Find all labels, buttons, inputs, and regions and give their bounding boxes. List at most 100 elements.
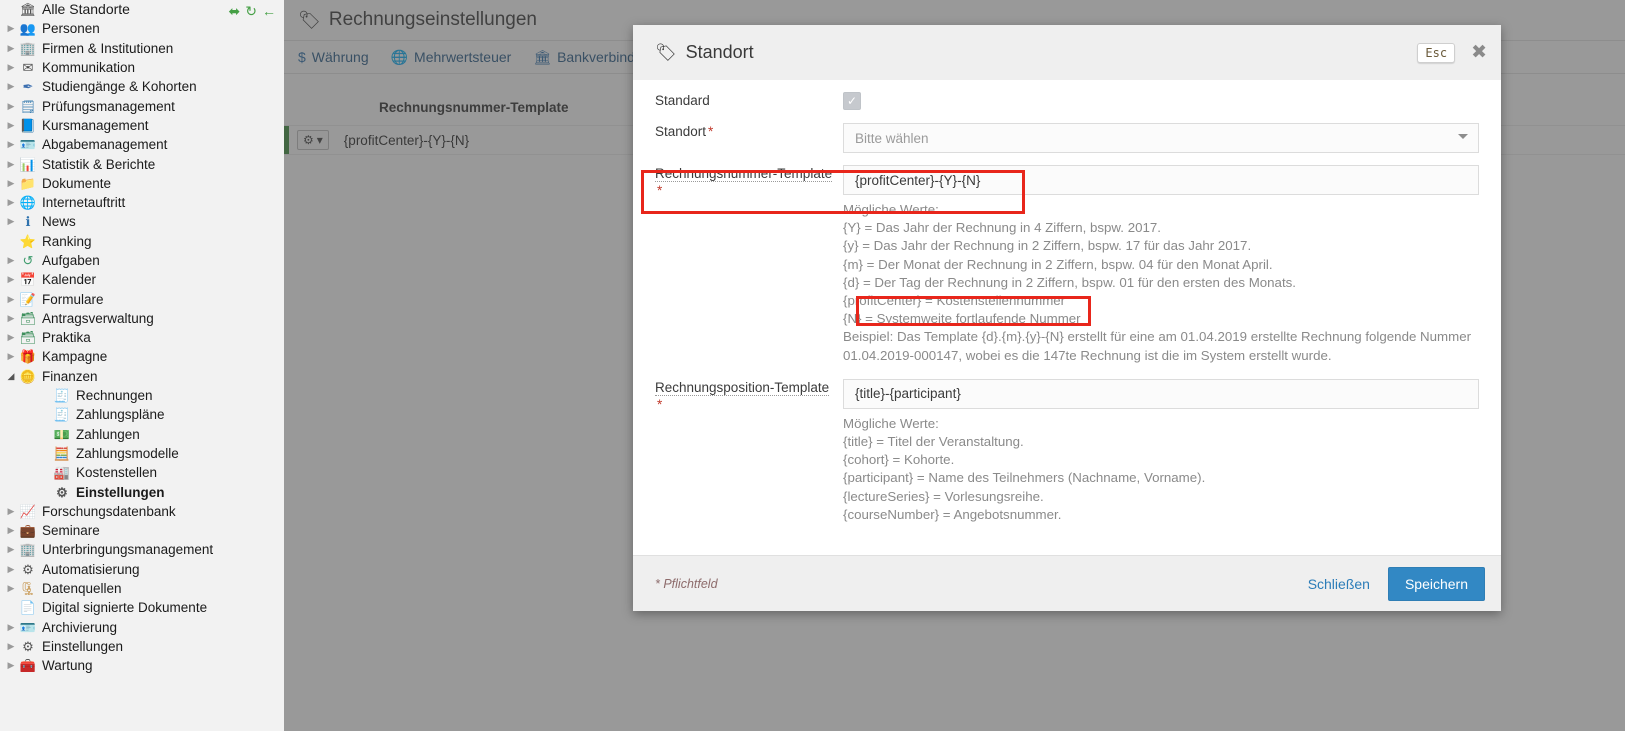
tree-collapsed-arrow-icon[interactable]: ▶ xyxy=(4,217,18,226)
tree-collapsed-arrow-icon[interactable]: ▶ xyxy=(4,63,18,72)
sidebar-item-abgabemanagement[interactable]: ▶ 🪪 Abgabemanagement xyxy=(0,135,284,154)
tree-collapsed-arrow-icon[interactable]: ▶ xyxy=(4,584,18,593)
sidebar-item-seminare[interactable]: ▶ 💼 Seminare xyxy=(0,521,284,540)
collapse-all-icon[interactable]: ⬌ xyxy=(229,4,241,18)
tree-collapsed-arrow-icon[interactable]: ▶ xyxy=(4,82,18,91)
close-button[interactable]: Schließen xyxy=(1304,570,1374,598)
tree-collapsed-arrow-icon[interactable]: ▶ xyxy=(4,140,18,149)
tree-collapsed-arrow-icon[interactable]: ▶ xyxy=(4,159,18,169)
sidebar-item-icon: 📘 xyxy=(19,117,37,133)
tree-collapsed-arrow-icon[interactable]: ▶ xyxy=(4,506,18,516)
tree-collapsed-arrow-icon[interactable]: ▶ xyxy=(4,564,18,574)
tree-expanded-arrow-icon[interactable]: ◢ xyxy=(4,371,18,381)
tree-collapsed-arrow-icon[interactable]: ▶ xyxy=(4,333,18,342)
sidebar-item-statistik-&-berichte[interactable]: ▶ 📊 Statistik & Berichte xyxy=(0,154,284,173)
sidebar-navigation-tree[interactable]: ⬌ ↻ ← 🏛 Alle Standorte ▶ 👥 Personen ▶ 🏢 Firmen … xyxy=(0,0,285,731)
sidebar-item-zahlungspläne[interactable]: 🧾 Zahlungspläne xyxy=(0,405,284,424)
rechnungsposition-template-input[interactable] xyxy=(843,378,1479,409)
sidebar-item-icon: 📅 xyxy=(19,272,37,288)
tree-collapsed-arrow-icon[interactable]: ▶ xyxy=(4,198,18,207)
sidebar-item-dokumente[interactable]: ▶ 📁 Dokumente xyxy=(0,174,284,193)
tree-collapsed-arrow-icon[interactable]: ▶ xyxy=(4,661,18,670)
sidebar-item-label: Firmen & Institutionen xyxy=(42,40,174,56)
sidebar-item-studiengänge-&-kohorten[interactable]: ▶ ✒ Studiengänge & Kohorten xyxy=(0,77,284,96)
sidebar-item-formulare[interactable]: ▶ 📝 Formulare xyxy=(0,289,284,308)
sidebar-item-finanzen[interactable]: ◢ 🪙 Finanzen xyxy=(0,367,284,386)
field-row-rechnungsposition-template: Rechnungsposition-Template * Mögliche We… xyxy=(633,378,1501,524)
tree-collapsed-arrow-icon[interactable]: ▶ xyxy=(4,43,18,53)
sidebar-item-aufgaben[interactable]: ▶ ↺ Aufgaben xyxy=(0,251,284,270)
sidebar-item-zahlungen[interactable]: 💵 Zahlungen xyxy=(0,425,284,444)
sidebar-item-automatisierung[interactable]: ▶ ⚙ Automatisierung xyxy=(0,560,284,579)
refresh-icon[interactable]: ↻ xyxy=(245,4,257,18)
sidebar-item-kalender[interactable]: ▶ 📅 Kalender xyxy=(0,270,284,289)
sidebar-item-zahlungsmodelle[interactable]: 🧮 Zahlungsmodelle xyxy=(0,444,284,463)
sidebar-item-label: Dokumente xyxy=(42,175,112,191)
control-rechnungsnummer-template: Mögliche Werte: {Y} = Das Jahr der Rechn… xyxy=(843,165,1501,365)
tree-collapsed-arrow-icon[interactable]: ▶ xyxy=(4,275,18,284)
sidebar-item-icon: ✒ xyxy=(22,79,34,95)
sidebar-item-label: Digital signierte Dokumente xyxy=(42,600,208,616)
sidebar-item-label: Forschungsdatenbank xyxy=(42,503,176,519)
tree-collapsed-arrow-icon[interactable]: ▶ xyxy=(4,178,18,188)
sidebar-item-unterbringungsmanagement[interactable]: ▶ 🏢 Unterbringungsmanagement xyxy=(0,540,284,559)
sidebar-item-icon: ℹ xyxy=(25,214,31,230)
sidebar-item-kostenstellen[interactable]: 🏭 Kostenstellen xyxy=(0,463,284,482)
sidebar-item-icon: 🎁 xyxy=(19,349,37,365)
tree-collapsed-arrow-icon[interactable]: ▶ xyxy=(4,545,18,554)
sidebar-item-label: Automatisierung xyxy=(42,561,140,577)
sidebar-item-praktika[interactable]: ▶ 🗃 Praktika xyxy=(0,328,284,347)
sidebar-item-label: Internetauftritt xyxy=(42,195,126,211)
sidebar-item-antragsverwaltung[interactable]: ▶ 🗃 Antragsverwaltung xyxy=(0,309,284,328)
tree-collapsed-arrow-icon[interactable]: ▶ xyxy=(4,313,18,323)
sidebar-item-icon: 🗒 xyxy=(19,98,37,114)
sidebar-item-ranking[interactable]: ⭐ Ranking xyxy=(0,232,284,251)
field-row-rechnungsnummer-template: Rechnungsnummer-Template * Mögliche Wert… xyxy=(633,165,1501,365)
sidebar-item-kommunikation[interactable]: ▶ ✉ Kommunikation xyxy=(0,58,284,77)
label-rechnungsnummer-template-text: Rechnungsnummer-Template xyxy=(655,166,833,182)
save-button[interactable]: Speichern xyxy=(1387,566,1485,601)
sidebar-item-einstellungen[interactable]: ▶ ⚙ Einstellungen xyxy=(0,637,284,656)
sidebar-item-label: Kampagne xyxy=(42,349,108,365)
sidebar-item-label: Datenquellen xyxy=(42,581,122,597)
sidebar-item-icon: 💵 xyxy=(53,426,71,442)
sidebar-item-forschungsdatenbank[interactable]: ▶ 📈 Forschungsdatenbank xyxy=(0,502,284,521)
sidebar-item-firmen-&-institutionen[interactable]: ▶ 🏢 Firmen & Institutionen xyxy=(0,39,284,58)
dialog-footer-actions: Schließen Speichern xyxy=(1304,566,1485,601)
tree-collapsed-arrow-icon[interactable]: ▶ xyxy=(4,24,18,33)
standort-modal-dialog: 🏷 Standort Esc ✖ Standard ✓ Standort * B… xyxy=(633,25,1501,611)
sidebar-item-rechnungen[interactable]: 🧾 Rechnungen xyxy=(0,386,284,405)
tree-collapsed-arrow-icon[interactable]: ▶ xyxy=(4,622,18,632)
sidebar-item-digital-signierte-dokumente[interactable]: 📄 Digital signierte Dokumente xyxy=(0,598,284,617)
esc-key-hint-button[interactable]: Esc xyxy=(1417,42,1456,63)
standort-select-input[interactable] xyxy=(843,123,1479,153)
label-standort-text: Standort xyxy=(655,124,707,139)
tree-collapsed-arrow-icon[interactable]: ▶ xyxy=(4,294,18,304)
sidebar-item-wartung[interactable]: ▶ 🧰 Wartung xyxy=(0,656,284,675)
label-standort: Standort * xyxy=(633,123,843,140)
sidebar-item-personen[interactable]: ▶ 👥 Personen xyxy=(0,19,284,38)
help-line: {title} = Titel der Veranstaltung. xyxy=(843,434,1024,450)
sidebar-item-news[interactable]: ▶ ℹ News xyxy=(0,212,284,231)
sidebar-item-kampagne[interactable]: ▶ 🎁 Kampagne xyxy=(0,347,284,366)
tree-collapsed-arrow-icon[interactable]: ▶ xyxy=(4,526,18,535)
sidebar-item-einstellungen[interactable]: ⚙ Einstellungen xyxy=(0,482,284,501)
help-line: {m} = Der Monat der Rechnung in 2 Ziffer… xyxy=(843,256,1273,272)
sidebar-toolbar[interactable]: ⬌ ↻ ← xyxy=(229,4,276,18)
sidebar-item-prüfungsmanagement[interactable]: ▶ 🗒 Prüfungsmanagement xyxy=(0,96,284,115)
back-arrow-icon[interactable]: ← xyxy=(262,4,276,18)
standard-checkbox[interactable]: ✓ xyxy=(843,92,861,110)
sidebar-item-kursmanagement[interactable]: ▶ 📘 Kursmanagement xyxy=(0,116,284,135)
tree-collapsed-arrow-icon[interactable]: ▶ xyxy=(4,101,18,111)
sidebar-item-archivierung[interactable]: ▶ 🪪 Archivierung xyxy=(0,618,284,637)
dialog-header-actions[interactable]: Esc ✖ xyxy=(1417,42,1487,63)
tree-collapsed-arrow-icon[interactable]: ▶ xyxy=(4,641,18,651)
close-icon[interactable]: ✖ xyxy=(1471,43,1487,62)
help-line-profitcenter: {profitCenter} = Kostenstellennummer xyxy=(843,293,1066,309)
sidebar-item-internetauftritt[interactable]: ▶ 🌐 Internetauftritt xyxy=(0,193,284,212)
tree-collapsed-arrow-icon[interactable]: ▶ xyxy=(4,256,18,265)
tree-collapsed-arrow-icon[interactable]: ▶ xyxy=(4,352,18,361)
tree-collapsed-arrow-icon[interactable]: ▶ xyxy=(4,120,18,130)
sidebar-item-datenquellen[interactable]: ▶ 🗜 Datenquellen xyxy=(0,579,284,598)
rechnungsnummer-template-input[interactable] xyxy=(843,165,1479,195)
